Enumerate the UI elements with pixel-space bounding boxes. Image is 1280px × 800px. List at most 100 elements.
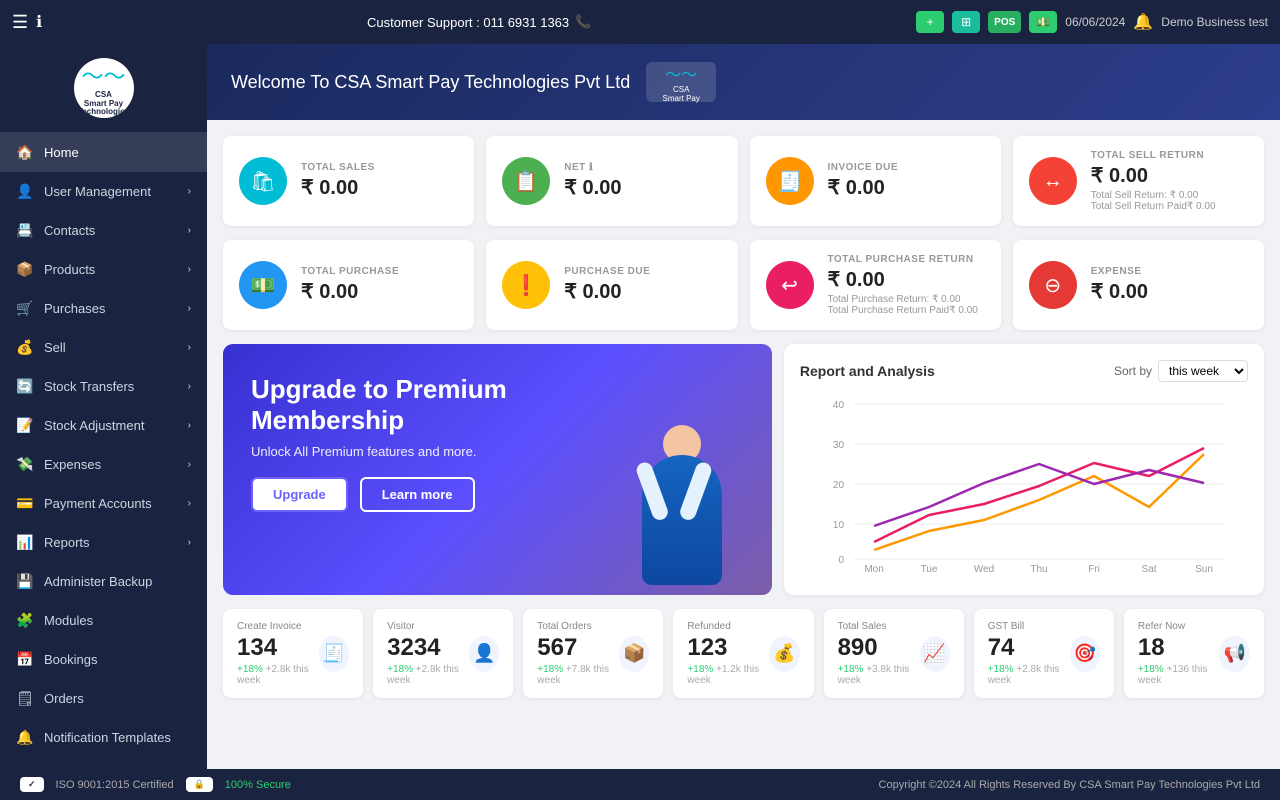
sidebar-item-label: Stock Adjustment bbox=[44, 418, 144, 433]
sidebar-item-reports[interactable]: 📊 Reports › bbox=[0, 523, 207, 562]
sidebar-item-bookings[interactable]: 📅 Bookings bbox=[0, 640, 207, 679]
chart-sort-label: Sort by bbox=[1114, 364, 1152, 378]
topbar-bell-icon[interactable]: 🔔 bbox=[1133, 12, 1153, 32]
svg-text:Fri: Fri bbox=[1088, 564, 1100, 574]
sidebar-item-administer-backup[interactable]: 💾 Administer Backup bbox=[0, 562, 207, 601]
stat-card-invoice-due: 🧾 INVOICE DUE ₹ 0.00 bbox=[750, 136, 1001, 226]
bc-label-total-orders: Total Orders bbox=[537, 621, 619, 632]
chart-svg: 40 30 20 10 0 Mon Tue Wed Thu Fri Sat Su… bbox=[800, 394, 1248, 574]
footer: ✓ ISO 9001:2015 Certified 🔒 100% Secure … bbox=[0, 769, 1280, 800]
upgrade-button[interactable]: Upgrade bbox=[251, 477, 348, 512]
notification-templates-icon: 🔔 bbox=[16, 729, 34, 746]
stat-value-total-purchase-return: ₹ 0.00 bbox=[828, 267, 978, 292]
promo-box: Upgrade to Premium Membership Unlock All… bbox=[223, 344, 772, 595]
stat-value-total-sell-return: ₹ 0.00 bbox=[1091, 163, 1216, 188]
logo-image: 〜〜 CSASmart PayTechnologies bbox=[74, 58, 134, 118]
user-management-icon: 👤 bbox=[16, 183, 34, 200]
stat-value-expense: ₹ 0.00 bbox=[1091, 279, 1148, 304]
bc-label-refunded: Refunded bbox=[687, 621, 769, 632]
bc-icon-total-orders: 📦 bbox=[619, 636, 649, 672]
stat-card-expense: ⊖ EXPENSE ₹ 0.00 bbox=[1013, 240, 1264, 330]
bc-label-total-sales-b: Total Sales bbox=[838, 621, 920, 632]
sidebar-item-label: Notification Templates bbox=[44, 730, 171, 745]
contacts-icon: 📇 bbox=[16, 222, 34, 239]
stat-card-purchase-due: ❗ PURCHASE DUE ₹ 0.00 bbox=[486, 240, 737, 330]
settings-icon: ⚙ bbox=[16, 768, 34, 769]
bottom-card-gst-bill: GST Bill 74 +18% +2.8k this week 🎯 bbox=[974, 609, 1114, 698]
bookings-icon: 📅 bbox=[16, 651, 34, 668]
iso-badge: ✓ bbox=[20, 777, 44, 792]
sidebar-item-orders[interactable]: 🗒 Orders bbox=[0, 679, 207, 718]
chart-box: Report and Analysis Sort by this week th… bbox=[784, 344, 1264, 595]
stat-label-total-sell-return: TOTAL SELL RETURN bbox=[1091, 150, 1216, 161]
sidebar-item-settings[interactable]: ⚙ Settings › bbox=[0, 757, 207, 769]
sidebar-logo: 〜〜 CSASmart PayTechnologies bbox=[0, 44, 207, 133]
info-icon[interactable]: ℹ bbox=[36, 12, 42, 32]
promo-person-image bbox=[612, 395, 752, 595]
svg-text:Mon: Mon bbox=[864, 564, 883, 574]
header-banner: Welcome To CSA Smart Pay Technologies Pv… bbox=[207, 44, 1280, 120]
modules-icon: 🧩 bbox=[16, 612, 34, 629]
stat-card-net: 📋 NET ℹ ₹ 0.00 bbox=[486, 136, 737, 226]
topbar-username: Demo Business test bbox=[1161, 15, 1268, 29]
bc-value-gst-bill: 74 bbox=[988, 634, 1070, 662]
nav-arrow-icon: › bbox=[188, 264, 191, 275]
sidebar-item-products[interactable]: 📦 Products › bbox=[0, 250, 207, 289]
administer-backup-icon: 💾 bbox=[16, 573, 34, 590]
sidebar-item-label: Reports bbox=[44, 535, 90, 550]
stat-card-total-sales: 🛍 TOTAL SALES ₹ 0.00 bbox=[223, 136, 474, 226]
sidebar-item-label: Purchases bbox=[44, 301, 105, 316]
stat-value-purchase-due: ₹ 0.00 bbox=[564, 279, 650, 304]
sidebar-item-label: Home bbox=[44, 145, 79, 160]
nav-arrow-icon: › bbox=[188, 498, 191, 509]
sell-icon: 💰 bbox=[16, 339, 34, 356]
stat-value-total-purchase: ₹ 0.00 bbox=[301, 279, 399, 304]
topbar-add-button[interactable]: + bbox=[916, 11, 944, 33]
bc-value-create-invoice: 134 bbox=[237, 634, 319, 662]
sidebar-item-payment-accounts[interactable]: 💳 Payment Accounts › bbox=[0, 484, 207, 523]
topbar-grid-button[interactable]: ⊞ bbox=[952, 11, 980, 33]
learn-more-button[interactable]: Learn more bbox=[360, 477, 475, 512]
topbar-date: 06/06/2024 bbox=[1065, 15, 1125, 29]
svg-text:10: 10 bbox=[833, 520, 845, 531]
sidebar-item-stock-transfers[interactable]: 🔄 Stock Transfers › bbox=[0, 367, 207, 406]
menu-icon[interactable]: ☰ bbox=[12, 12, 28, 33]
bc-value-visitor: 3234 bbox=[387, 634, 469, 662]
nav-arrow-icon: › bbox=[188, 303, 191, 314]
sidebar-item-purchases[interactable]: 🛒 Purchases › bbox=[0, 289, 207, 328]
sidebar-item-stock-adjustment[interactable]: 📝 Stock Adjustment › bbox=[0, 406, 207, 445]
sidebar-item-modules[interactable]: 🧩 Modules bbox=[0, 601, 207, 640]
copyright-text: Copyright ©2024 All Rights Reserved By C… bbox=[879, 779, 1260, 791]
bc-value-refer-now: 18 bbox=[1138, 634, 1219, 662]
orders-icon: 🗒 bbox=[16, 690, 34, 707]
stock-transfers-icon: 🔄 bbox=[16, 378, 34, 395]
bottom-card-refunded: Refunded 123 +18% +1.2k this week 💰 bbox=[673, 609, 813, 698]
sidebar-item-sell[interactable]: 💰 Sell › bbox=[0, 328, 207, 367]
chart-sort-select[interactable]: this week this month this year bbox=[1158, 360, 1248, 382]
sidebar-item-expenses[interactable]: 💸 Expenses › bbox=[0, 445, 207, 484]
bc-value-total-sales-b: 890 bbox=[838, 634, 920, 662]
sidebar-item-home[interactable]: 🏠 Home bbox=[0, 133, 207, 172]
sidebar-item-label: Contacts bbox=[44, 223, 95, 238]
stat-sub: Total Sell Return: ₹ 0.00Total Sell Retu… bbox=[1091, 190, 1216, 212]
welcome-text: Welcome To CSA Smart Pay Technologies Pv… bbox=[231, 72, 630, 93]
bottom-card-visitor: Visitor 3234 +18% +2.8k this week 👤 bbox=[373, 609, 513, 698]
sidebar-item-label: Stock Transfers bbox=[44, 379, 134, 394]
sidebar-item-notification-templates[interactable]: 🔔 Notification Templates bbox=[0, 718, 207, 757]
expenses-icon: 💸 bbox=[16, 456, 34, 473]
topbar-cash-button[interactable]: 💵 bbox=[1029, 11, 1057, 33]
stat-icon-net: 📋 bbox=[502, 157, 550, 205]
stat-card-total-purchase: 💵 TOTAL PURCHASE ₹ 0.00 bbox=[223, 240, 474, 330]
stat-icon-total-sales: 🛍 bbox=[239, 157, 287, 205]
bc-label-gst-bill: GST Bill bbox=[988, 621, 1070, 632]
nav-arrow-icon: › bbox=[188, 537, 191, 548]
main-content: Welcome To CSA Smart Pay Technologies Pv… bbox=[207, 44, 1280, 769]
sidebar-item-label: Bookings bbox=[44, 652, 97, 667]
nav-arrow-icon: › bbox=[188, 381, 191, 392]
topbar-pos-button[interactable]: POS bbox=[988, 11, 1021, 33]
stock-adjustment-icon: 📝 bbox=[16, 417, 34, 434]
sidebar-item-label: User Management bbox=[44, 184, 151, 199]
stat-label-total-purchase-return: TOTAL PURCHASE RETURN bbox=[828, 254, 978, 265]
sidebar-item-user-management[interactable]: 👤 User Management › bbox=[0, 172, 207, 211]
sidebar-item-contacts[interactable]: 📇 Contacts › bbox=[0, 211, 207, 250]
